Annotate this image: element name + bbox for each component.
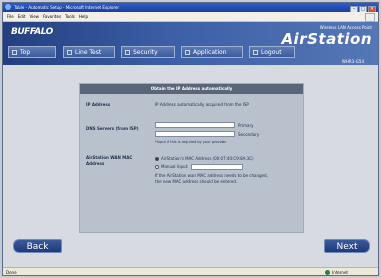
mac-option-default-label: AirStation's MAC Address (00:07:40:C9:8A… [161, 156, 254, 161]
header-banner: BUFFALO Wireless LAN Access Point AirSta… [3, 22, 378, 65]
dns-note: *Input if this is required by your provi… [155, 140, 227, 144]
title-bar: Table - Automatic Setup - Microsoft Inte… [3, 3, 378, 13]
brand: Wireless LAN Access Point AirStation [281, 25, 372, 48]
tab-logout[interactable]: Logout [249, 46, 295, 58]
status-bar: Done Internet [3, 267, 378, 275]
ip-address-label: IP Address [86, 102, 111, 107]
panel-title: Obtain the IP Address automatically [80, 84, 303, 94]
tab-label: Logout [261, 49, 282, 56]
tab-icon [185, 50, 190, 55]
tab-label: Application [193, 49, 227, 56]
mac-label-line2: Address [86, 161, 105, 166]
dns-secondary-label: Secondary [238, 132, 260, 137]
mac-manual-input[interactable] [190, 164, 243, 170]
radio-icon[interactable] [155, 165, 159, 169]
mac-option-manual-label: Manual Input: [161, 164, 189, 169]
window-title: Table - Automatic Setup - Microsoft Inte… [14, 5, 120, 10]
radio-selected-icon[interactable] [155, 157, 159, 161]
page-content: BUFFALO Wireless LAN Access Point AirSta… [3, 22, 378, 267]
tab-label: Security [133, 49, 158, 56]
ip-address-value: IP Address automatically acquired from t… [155, 102, 249, 107]
tab-security[interactable]: Security [121, 46, 175, 58]
tab-icon [12, 50, 17, 55]
mac-note-line1: If the AirStation wan MAC address needs … [155, 173, 268, 178]
dns-primary-input[interactable] [155, 122, 235, 128]
tab-application[interactable]: Application [181, 46, 243, 58]
menu-tools[interactable]: Tools [65, 14, 75, 19]
tab-top[interactable]: Top [8, 46, 56, 58]
menu-edit[interactable]: Edit [18, 14, 26, 19]
menu-file[interactable]: File [7, 14, 14, 19]
status-text: Done [6, 270, 17, 275]
next-button[interactable]: Next [324, 239, 370, 253]
mac-label-line1: AirStation WAN MAC [86, 155, 133, 160]
tab-icon [67, 50, 72, 55]
model-label: WHR3-G54 [341, 59, 364, 64]
tab-label: Top [20, 49, 31, 56]
browser-window: Table - Automatic Setup - Microsoft Inte… [2, 2, 379, 276]
tab-label: Line Test [75, 49, 102, 56]
windows-flag-icon [365, 13, 375, 22]
browser-icon [5, 4, 11, 10]
tab-icon [253, 50, 258, 55]
mac-note-line2: the new MAC address should be entered. [155, 179, 238, 184]
dns-primary-label: Primary [238, 123, 254, 128]
back-button[interactable]: Back [13, 239, 62, 253]
tab-bar: Top Line Test Security Application Logou… [3, 46, 378, 58]
dns-secondary-input[interactable] [155, 131, 235, 137]
menu-help[interactable]: Help [79, 14, 88, 19]
menu-bar: File Edit View Favorites Tools Help [3, 12, 378, 22]
buffalo-logo: BUFFALO [11, 27, 53, 37]
mac-option-manual[interactable]: Manual Input: [155, 164, 243, 170]
internet-zone-icon [325, 270, 331, 275]
zone-label: Internet [332, 270, 348, 275]
mac-option-default[interactable]: AirStation's MAC Address (00:07:40:C9:8A… [155, 156, 254, 161]
zone-indicator: Internet [325, 268, 348, 275]
dns-label: DNS Servers (from ISP) [86, 126, 139, 131]
tab-line-test[interactable]: Line Test [63, 46, 115, 58]
menu-favorites[interactable]: Favorites [43, 14, 61, 19]
settings-panel: Obtain the IP Address automatically IP A… [79, 83, 304, 233]
menu-view[interactable]: View [29, 14, 39, 19]
tab-icon [125, 50, 130, 55]
